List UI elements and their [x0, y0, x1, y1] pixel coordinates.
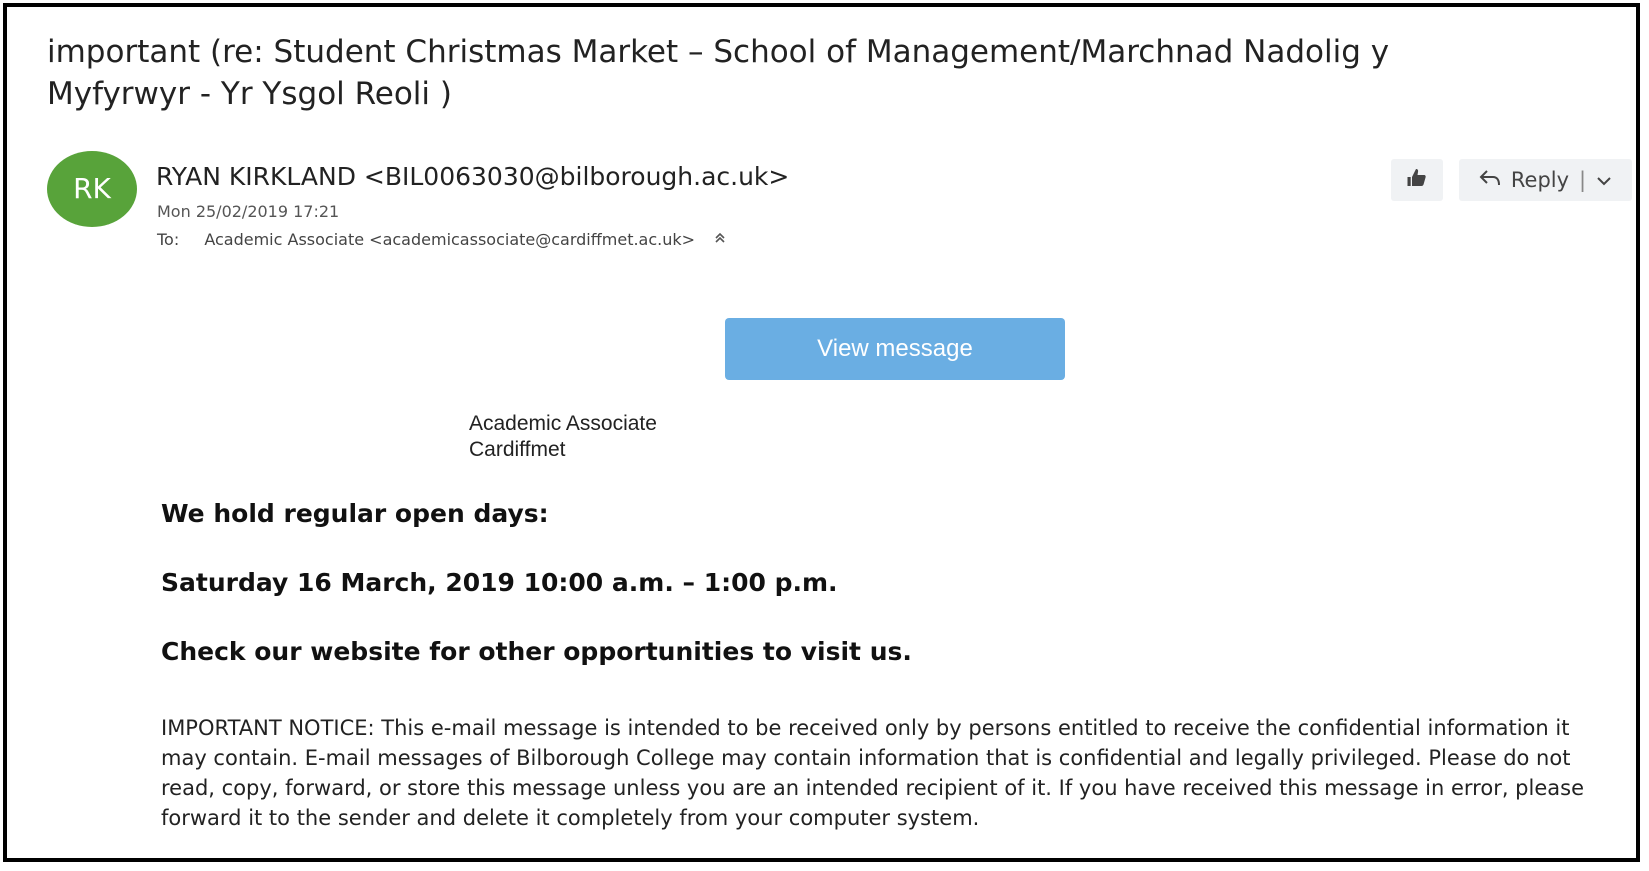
signature: Academic Associate Cardiffmet [469, 411, 657, 463]
chevron-down-icon[interactable] [1596, 168, 1612, 192]
view-message-button[interactable]: View message [725, 318, 1065, 380]
sent-date: Mon 25/02/2019 17:21 [157, 202, 340, 221]
recipient-line: To: Academic Associate <academicassociat… [157, 230, 726, 249]
email-subject: important (re: Student Christmas Market … [47, 34, 1390, 112]
recipient-address[interactable]: Academic Associate <academicassociate@ca… [204, 230, 695, 249]
reply-label: Reply [1510, 168, 1570, 192]
sender-avatar: RK [47, 151, 137, 227]
legal-notice: IMPORTANT NOTICE: This e-mail message is… [161, 716, 1584, 830]
signature-line-2: Cardiffmet [469, 438, 566, 461]
reply-separator: | [1579, 168, 1587, 192]
open-day-date: Saturday 16 March, 2019 10:00 a.m. – 1:0… [161, 568, 838, 597]
to-label: To: [157, 230, 180, 249]
expand-recipients-icon[interactable] [714, 232, 726, 249]
reply-button[interactable]: Reply | [1459, 159, 1632, 201]
website-prompt: Check our website for other opportunitie… [161, 637, 912, 666]
sender-name[interactable]: RYAN KIRKLAND <BIL0063030@bilborough.ac.… [156, 162, 789, 191]
open-days-heading: We hold regular open days: [161, 499, 549, 528]
reply-arrow-icon [1479, 168, 1501, 193]
email-frame: important (re: Student Christmas Market … [3, 3, 1640, 862]
thumbs-up-icon [1405, 166, 1429, 194]
signature-line-1: Academic Associate [469, 412, 657, 435]
like-button[interactable] [1391, 159, 1443, 201]
